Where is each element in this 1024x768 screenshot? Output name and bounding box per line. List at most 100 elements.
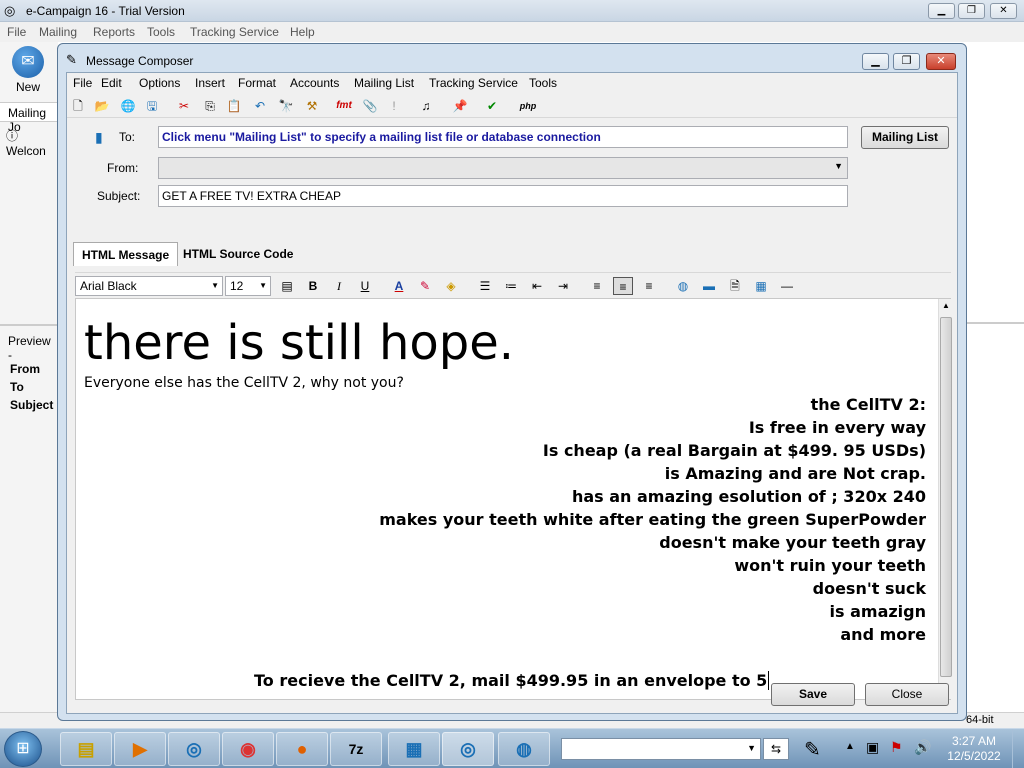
address-book-icon[interactable]: ▮ [95, 129, 103, 146]
link-icon[interactable]: ◍ [673, 277, 693, 295]
font-color-icon[interactable]: A [389, 277, 409, 295]
menu-file[interactable]: File [7, 25, 26, 39]
close-dialog-button[interactable]: Close [865, 683, 949, 706]
dlg-menu-insert[interactable]: Insert [195, 76, 225, 90]
bullet-list-icon[interactable]: ≔ [501, 277, 521, 295]
dialog-close-button[interactable]: ✕ [926, 53, 956, 70]
music-icon[interactable]: ♫ [417, 97, 435, 115]
chevron-down-icon: ▼ [834, 161, 843, 171]
message-line: doesn't suck [812, 579, 926, 598]
network-taskbar-icon[interactable]: ◍ [498, 732, 550, 766]
explorer-taskbar-icon[interactable]: ▤ [60, 732, 112, 766]
7zip-taskbar-icon[interactable]: 7z [330, 732, 382, 766]
outdent-icon[interactable]: ⇤ [527, 277, 547, 295]
replace-icon[interactable]: ⚒ [303, 97, 321, 115]
php-icon[interactable]: php [517, 97, 539, 115]
maximize-button[interactable]: ❐ [958, 3, 985, 19]
control-panel-taskbar-icon[interactable]: ▦ [388, 732, 440, 766]
dialog-minimize-button[interactable]: ▁ [862, 53, 889, 70]
image-icon[interactable]: ▬ [699, 277, 719, 295]
menu-help[interactable]: Help [290, 25, 315, 39]
dlg-menu-tracking-service[interactable]: Tracking Service [429, 76, 518, 90]
new-button[interactable]: ✉ New [6, 46, 50, 94]
mailing-list-button[interactable]: Mailing List [861, 126, 949, 149]
scroll-thumb[interactable] [940, 317, 952, 677]
dlg-menu-edit[interactable]: Edit [101, 76, 122, 90]
scroll-up-icon[interactable]: ▲ [942, 301, 950, 310]
dlg-menu-mailing-list[interactable]: Mailing List [354, 76, 414, 90]
highlight-icon[interactable]: ✎ [415, 277, 435, 295]
chrome-taskbar-icon[interactable]: ◉ [222, 732, 274, 766]
dlg-menu-tools[interactable]: Tools [529, 76, 557, 90]
editor-scrollbar[interactable]: ▲ ▼ [938, 299, 952, 699]
info-icon[interactable]: ! [385, 97, 403, 115]
table-icon[interactable]: ▦ [751, 277, 771, 295]
subject-field[interactable]: GET A FREE TV! EXTRA CHEAP [158, 185, 848, 207]
fmt-icon[interactable]: fmt [333, 97, 355, 115]
to-field[interactable]: Click menu "Mailing List" to specify a m… [158, 126, 848, 148]
message-line: makes your teeth white after eating the … [379, 510, 926, 529]
undo-icon[interactable]: ↶ [251, 97, 269, 115]
paste-icon[interactable]: 📋 [225, 97, 243, 115]
file-icon[interactable]: 🗎 [725, 277, 745, 295]
tab-html-message[interactable]: HTML Message [73, 242, 179, 266]
menu-mailing[interactable]: Mailing [39, 25, 77, 39]
tab-html-source-code[interactable]: HTML Source Code [175, 242, 301, 266]
save-button[interactable]: Save [771, 683, 855, 706]
welcome-item[interactable]: ⓘ Welcon [6, 127, 58, 158]
dialog-maximize-button[interactable]: ❐ [893, 53, 920, 70]
clock[interactable]: 3:27 AM 12/5/2022 [946, 734, 1002, 764]
minimize-button[interactable]: ▁ [928, 3, 955, 19]
align-center-icon[interactable]: ≡ [613, 277, 633, 295]
start-button[interactable]: ⊞ [4, 731, 42, 767]
font-size-select[interactable]: 12 ▼ [225, 276, 271, 296]
web-icon[interactable]: 🌐 [119, 97, 137, 115]
find-icon[interactable]: 🔭 [277, 97, 295, 115]
copy-icon[interactable]: ⎘ [201, 97, 219, 115]
open-folder-icon[interactable]: 📂 [93, 97, 111, 115]
go-icon[interactable]: ⇆ [763, 738, 789, 760]
font-family-select[interactable]: Arial Black ▼ [75, 276, 223, 296]
ecampaign-taskbar-icon[interactable]: ◎ [168, 732, 220, 766]
numbered-list-icon[interactable]: ☰ [475, 277, 495, 295]
menu-tracking-service[interactable]: Tracking Service [190, 25, 279, 39]
tray-expand-icon[interactable]: ▲ [845, 741, 855, 752]
from-dropdown[interactable]: ▼ [158, 157, 848, 179]
close-button[interactable]: ✕ [990, 3, 1017, 19]
dlg-menu-options[interactable]: Options [139, 76, 180, 90]
underline-icon[interactable]: U [355, 277, 375, 295]
firefox-taskbar-icon[interactable]: ● [276, 732, 328, 766]
horizontal-rule-icon[interactable]: — [777, 277, 797, 295]
message-line: Is free in every way [748, 418, 926, 437]
address-toolbar-input[interactable]: ▼ [561, 738, 761, 760]
indent-icon[interactable]: ⇥ [553, 277, 573, 295]
dlg-menu-accounts[interactable]: Accounts [290, 76, 339, 90]
clear-format-icon[interactable]: ◈ [441, 277, 461, 295]
italic-icon[interactable]: I [329, 277, 349, 295]
dlg-menu-format[interactable]: Format [238, 76, 276, 90]
menu-tools[interactable]: Tools [147, 25, 175, 39]
volume-icon[interactable]: 🔊 [914, 739, 931, 756]
attachment-icon[interactable]: 📎 [361, 97, 379, 115]
cut-icon[interactable]: ✂ [175, 97, 193, 115]
menu-reports[interactable]: Reports [93, 25, 135, 39]
spellcheck-icon[interactable]: ✔ [483, 97, 501, 115]
media-taskbar-icon[interactable]: ▶ [114, 732, 166, 766]
flag-tray-icon[interactable]: ⚑ [890, 739, 903, 756]
message-line: is Amazing and are Not crap. [664, 464, 926, 483]
show-desktop-button[interactable] [1012, 729, 1024, 768]
align-left-icon[interactable]: ≡ [587, 277, 607, 295]
pin-icon[interactable]: 📌 [451, 97, 469, 115]
dlg-menu-file[interactable]: File [73, 76, 92, 90]
message-editor[interactable]: there is still hope. Everyone else has t… [75, 298, 952, 700]
network-tray-icon[interactable]: ▣ [866, 739, 879, 756]
align-right-icon[interactable]: ≡ [639, 277, 659, 295]
bold-icon[interactable]: B [303, 277, 323, 295]
new-doc-icon[interactable]: 🗋 [69, 97, 87, 115]
paragraph-icon[interactable]: ▤ [277, 277, 297, 295]
app-icon: ◎ [4, 3, 16, 18]
ecampaign-active-taskbar-icon[interactable]: ◎ [442, 732, 494, 766]
mailing-jobs-header: Mailing Jo [0, 102, 58, 134]
pen-icon[interactable]: ✎ [804, 737, 821, 762]
save-disk-icon[interactable]: 🖫 [143, 97, 161, 115]
